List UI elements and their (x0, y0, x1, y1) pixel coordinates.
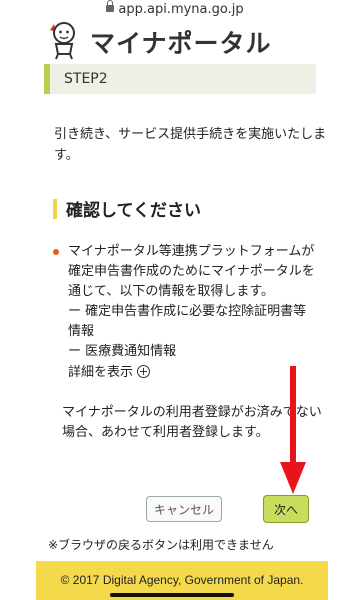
bullet-item: マイナポータル等連携プラットフォームが確定申告書作成のためにマイナポータルを通じ… (68, 242, 318, 362)
section-heading-text: 確認してください (66, 201, 201, 221)
address-bar[interactable]: app.api.myna.go.jp (0, 0, 350, 20)
bullet-text: マイナポータル等連携プラットフォームが確定申告書作成のためにマイナポータルを通じ… (68, 244, 315, 299)
url-text: app.api.myna.go.jp (118, 2, 244, 17)
site-header: マイナポータル (44, 20, 344, 62)
step-indicator: STEP2 (44, 64, 316, 94)
sub-item-deduction: ー 確定申告書作成に必要な控除証明書等情報 (68, 304, 307, 339)
red-arrow-annotation-icon (280, 366, 306, 494)
heading-accent-bar (53, 199, 57, 219)
brand-title[interactable]: マイナポータル (90, 24, 272, 60)
sub-item-medical: ー 医療費通知情報 (68, 344, 177, 359)
step-label: STEP2 (64, 71, 108, 87)
mascot-logo-icon (50, 22, 75, 60)
bullet-dot (53, 249, 59, 255)
plus-circle-icon[interactable] (137, 365, 151, 378)
lock-icon (106, 0, 115, 12)
next-button[interactable]: 次へ (263, 495, 309, 523)
section-heading: 確認してください (53, 196, 323, 224)
intro-text: 引き続き、サービス提供手続きを実施いたします。 (54, 127, 327, 163)
copyright-text: © 2017 Digital Agency, Government of Jap… (60, 573, 304, 587)
back-button-note: ※ブラウザの戻るボタンは利用できません (48, 538, 274, 552)
show-details-link[interactable]: 詳細を表示 (68, 364, 151, 382)
home-indicator[interactable] (110, 593, 234, 597)
show-details-label[interactable]: 詳細を表示 (68, 365, 133, 380)
cancel-button[interactable]: キャンセル (146, 496, 222, 522)
